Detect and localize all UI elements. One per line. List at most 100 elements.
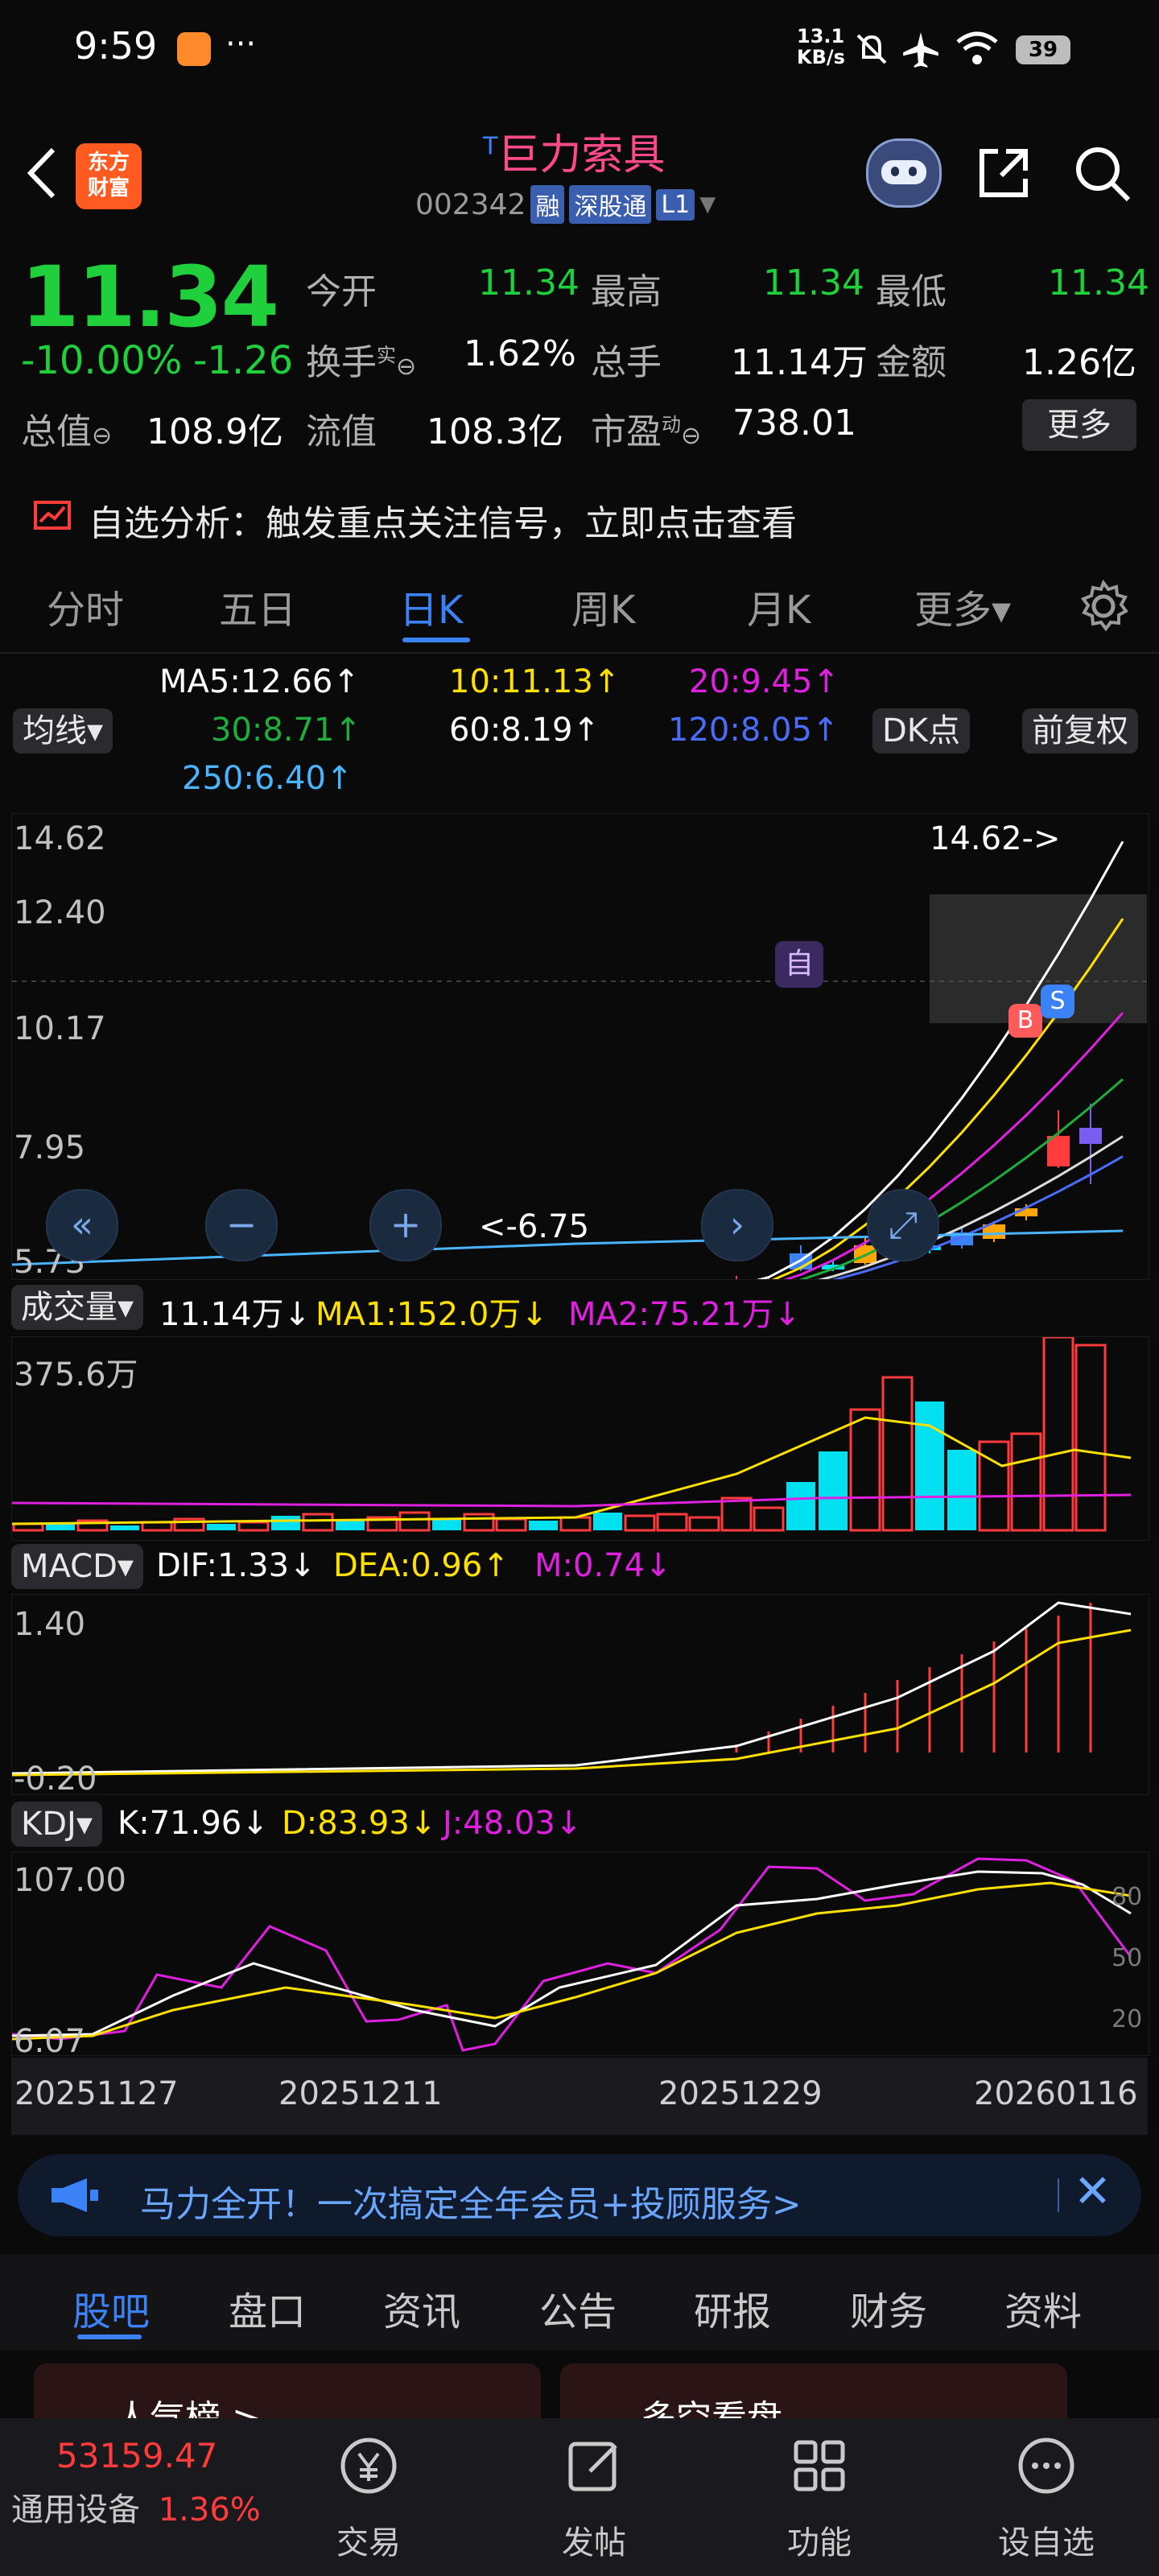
index-ticker[interactable]: 53159.47 通用设备 1.36% (11, 2436, 269, 2530)
macd-panel[interactable]: 1.40 -0.20 (11, 1594, 1149, 1798)
popularity-card-title: 人气榜 > (114, 2398, 262, 2420)
buy-marker[interactable]: B (1008, 1004, 1042, 1038)
period-high-label: 14.62-> (930, 820, 1061, 857)
logo-text-1: 东方 (87, 151, 130, 175)
net-speed-value: 13.1 (797, 25, 845, 47)
macd-selector[interactable]: MACD▾ (11, 1544, 143, 1589)
ma5-value: MA5:12.66↑ (159, 663, 360, 700)
app-notification-icon (177, 32, 211, 66)
kdj-level-80: 80 (1112, 1883, 1143, 1911)
more-button[interactable]: 更多 (1022, 399, 1136, 451)
tab-research[interactable]: 研报 (694, 2280, 771, 2336)
volume-y-top: 375.6万 (14, 1356, 138, 1393)
watchlist-marker[interactable]: 自 (775, 941, 823, 988)
sell-marker[interactable]: S (1041, 985, 1074, 1018)
robot-avatar-icon[interactable] (866, 138, 942, 208)
kdj-j-line (12, 1857, 1132, 2052)
back-icon[interactable] (23, 145, 60, 201)
search-icon[interactable] (1070, 142, 1135, 206)
candle-body (1079, 1128, 1102, 1144)
nav-trade[interactable]: 交易 (288, 2429, 449, 2563)
volume-bar (237, 1521, 270, 1532)
scroll-right-icon[interactable]: › (701, 1189, 773, 1261)
volume-bar (819, 1451, 848, 1530)
analysis-banner[interactable]: 自选分析：触发重点关注信号，立即点击查看 (0, 483, 1159, 551)
zoom-out-icon[interactable]: − (205, 1189, 278, 1261)
turnover-label: 换手实⊖ (306, 333, 416, 385)
kdj-j: J:48.03↓ (443, 1805, 583, 1842)
long-short-card[interactable]: 多空看盘 (560, 2363, 1067, 2420)
net-speed: 13.1 KB/s (797, 26, 845, 68)
tab-news[interactable]: 资讯 (383, 2280, 460, 2336)
volume-bar (720, 1496, 753, 1532)
nav-watchlist[interactable]: 设自选 (966, 2429, 1127, 2563)
tab-announcements[interactable]: 公告 (539, 2280, 617, 2336)
tab-daily-k[interactable]: 日K (399, 578, 463, 634)
price-adjust-button[interactable]: 前复权 (1022, 708, 1138, 753)
close-icon[interactable]: ✕ (1074, 2165, 1112, 2218)
info-icon[interactable]: ⊖ (681, 422, 701, 450)
tab-order-book[interactable]: 盘口 (229, 2280, 306, 2336)
kdj-d: D:83.93↓ (282, 1805, 437, 1842)
share-icon[interactable] (974, 142, 1035, 203)
ma30-value: 30:8.71↑ (211, 712, 361, 749)
low-label: 最低 (876, 271, 947, 312)
open-label: 今开 (306, 271, 377, 312)
tab-monthly-k[interactable]: 月K (747, 578, 810, 634)
battery-icon: 39 (1016, 35, 1070, 64)
high-value: 11.34 (763, 262, 864, 303)
info-icon[interactable]: ⊖ (92, 422, 112, 450)
tab-financials[interactable]: 财务 (850, 2280, 927, 2336)
ma60-value: 60:8.19↑ (449, 712, 600, 749)
macd-m: M:0.74↓ (534, 1547, 672, 1584)
float-value: 108.3亿 (427, 411, 563, 452)
info-icon[interactable]: ⊖ (396, 353, 416, 381)
volume-selector[interactable]: 成交量▾ (11, 1285, 144, 1330)
date-axis: 20251127 20251211 20251229 20260116 (11, 2058, 1148, 2135)
tag-stock-connect: 深股通 (569, 185, 652, 224)
fullscreen-icon[interactable]: ⤢ (867, 1189, 939, 1261)
open-value: 11.34 (478, 262, 580, 303)
last-price: 11.34 (21, 248, 279, 346)
macd-chart (12, 1601, 1132, 1777)
grid-icon (794, 2440, 845, 2491)
settings-gear-icon[interactable] (1077, 580, 1130, 633)
status-dots: ··· (225, 26, 257, 63)
logo-text-2: 财富 (87, 176, 130, 200)
volume-bar (529, 1521, 558, 1530)
tab-five-day[interactable]: 五日 (219, 578, 296, 634)
volume-bar (881, 1376, 914, 1532)
popularity-card[interactable]: 人气榜 > (34, 2363, 541, 2420)
tab-profile[interactable]: 资料 (1004, 2280, 1082, 2336)
date-tick-4: 20260116 (974, 2075, 1138, 2112)
macd-dea: DEA:0.96↑ (333, 1547, 509, 1584)
y-tick-4: 7.95 (14, 1129, 86, 1166)
kdj-selector[interactable]: KDJ▾ (11, 1802, 102, 1847)
kdj-level-20: 20 (1112, 2005, 1143, 2033)
analysis-banner-text: 自选分析：触发重点关注信号，立即点击查看 (89, 503, 797, 544)
kdj-panel[interactable]: 107.00 6.07 80 50 20 (11, 1852, 1149, 2060)
nav-post[interactable]: 发帖 (514, 2429, 674, 2563)
tab-weekly-k[interactable]: 周K (571, 578, 635, 634)
stock-title[interactable]: T巨力索具 (483, 121, 665, 181)
scroll-left-icon[interactable]: « (46, 1189, 118, 1261)
net-speed-unit: KB/s (797, 46, 845, 68)
tab-more[interactable]: 更多▾ (914, 578, 1011, 634)
volume-panel[interactable]: 375.6万 (11, 1336, 1149, 1541)
promo-banner[interactable]: 马力全开！一次搞定全年会员+投顾服务> ✕ (18, 2154, 1141, 2236)
dropdown-caret-icon[interactable]: ▼ (699, 192, 716, 217)
tab-intraday[interactable]: 分时 (47, 578, 124, 634)
mktcap-value: 108.9亿 (146, 411, 283, 452)
y-tick-2: 12.40 (14, 894, 106, 931)
zoom-in-icon[interactable]: + (369, 1189, 442, 1261)
ma-selector[interactable]: 均线▾ (13, 708, 113, 753)
candlestick-panel[interactable]: 14.62 12.40 10.17 7.95 5.73 14.62-> <-6.… (11, 813, 1149, 1281)
tab-forum[interactable]: 股吧 (72, 2280, 150, 2336)
volume-bar (1074, 1344, 1107, 1532)
dk-point-button[interactable]: DK点 (872, 708, 971, 753)
kdj-k: K:71.96↓ (118, 1805, 269, 1842)
ma30-line (798, 1078, 1124, 1279)
period-low-label: <-6.75 (479, 1208, 590, 1245)
macd-dif: DIF:1.33↓ (156, 1547, 316, 1584)
nav-functions[interactable]: 功能 (739, 2429, 900, 2563)
